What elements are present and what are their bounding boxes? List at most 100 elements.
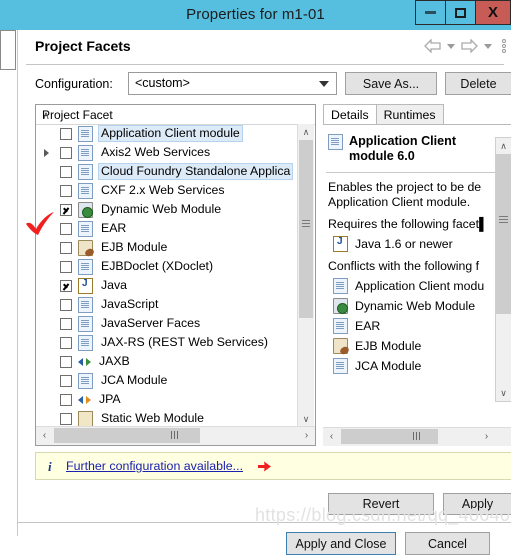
facet-list-item-label: CXF 2.x Web Services [101, 183, 225, 197]
details-scroll-left-arrow-icon[interactable]: ‹ [323, 428, 340, 445]
facet-list-hscroll-thumb[interactable] [54, 428, 200, 443]
doc-icon [78, 220, 93, 237]
details-horizontal-scrollbar[interactable]: ‹ › [323, 427, 511, 446]
facet-list-item-label: Axis2 Web Services [101, 145, 211, 159]
details-conflicts-item-label: EAR [355, 319, 381, 333]
cancel-button[interactable]: Cancel [405, 532, 490, 555]
apply-and-close-button[interactable]: Apply and Close [286, 532, 396, 555]
facet-list-item[interactable]: Axis2 Web Services [36, 143, 298, 162]
facet-list-horizontal-scrollbar[interactable]: ‹ › [36, 426, 315, 445]
details-requires-heading: Requires the following facet▌ [328, 217, 488, 231]
facet-checkbox[interactable] [60, 374, 72, 387]
facet-rows-viewport[interactable]: Application Client module Axis2 Web Servi… [36, 124, 298, 427]
facet-checkbox[interactable] [60, 412, 72, 425]
window-titlebar: Properties for m1-01 X [0, 0, 511, 30]
facet-checkbox[interactable] [60, 127, 72, 140]
forward-arrow-icon[interactable] [461, 39, 478, 53]
static-web-icon [78, 410, 93, 427]
maximize-button[interactable] [445, 0, 476, 25]
tab-runtimes[interactable]: Runtimes [375, 104, 444, 125]
minimize-button[interactable] [415, 0, 446, 25]
facet-list-item-label: Application Client module [98, 125, 243, 142]
details-conflicts-item-label: JCA Module [355, 359, 422, 373]
facet-checkbox[interactable] [60, 260, 72, 273]
configuration-combobox[interactable]: <custom> [128, 72, 337, 95]
facet-list-item[interactable]: EJB Module [36, 238, 298, 257]
forward-dropdown-chevron-down-icon[interactable] [484, 43, 492, 49]
facet-list-item-label: EAR [101, 221, 127, 235]
facet-list-item[interactable]: JPA [36, 390, 298, 409]
further-configuration-link[interactable]: Further configuration available... [66, 459, 243, 473]
back-dropdown-chevron-down-icon[interactable] [447, 43, 455, 49]
details-conflicts-heading: Conflicts with the following f [328, 259, 480, 273]
facet-list-item-label: JavaScript [101, 297, 159, 311]
red-checkmark-annotation-icon [26, 212, 54, 235]
facet-checkbox[interactable] [60, 336, 72, 349]
facet-checkbox[interactable] [60, 165, 72, 178]
details-vertical-scrollbar[interactable]: ∧ ∨ [495, 137, 511, 402]
details-panel: Details Runtimes Application Client modul… [323, 104, 511, 446]
facet-list-item[interactable]: JavaScript [36, 295, 298, 314]
save-as-button[interactable]: Save As... [345, 72, 437, 95]
back-arrow-icon[interactable] [424, 39, 441, 53]
facet-checkbox[interactable] [60, 279, 72, 292]
facet-checkbox[interactable] [60, 222, 72, 235]
scroll-up-arrow-icon[interactable]: ∧ [298, 124, 314, 140]
details-scroll-thumb[interactable] [496, 154, 511, 314]
details-content: Application Client module 6.0 Enables th… [323, 124, 511, 446]
facet-list-item[interactable]: EAR [36, 219, 298, 238]
facet-checkbox[interactable] [60, 146, 72, 159]
details-conflicts-item: EJB Module [323, 334, 511, 354]
facet-list-item[interactable]: Static Web Module [36, 409, 298, 427]
scroll-down-arrow-icon[interactable]: ∨ [298, 411, 314, 427]
scroll-right-arrow-icon[interactable]: › [298, 427, 315, 444]
facet-list-item-label: EJB Module [101, 240, 168, 254]
facet-list-item[interactable]: Java [36, 276, 298, 295]
minimize-icon [425, 11, 436, 14]
facet-checkbox[interactable] [60, 298, 72, 311]
details-requires-list: Java 1.6 or newer [323, 232, 511, 252]
view-menu-icon[interactable] [502, 39, 506, 53]
hscroll-thumb-grip-icon [170, 431, 172, 439]
facet-list-item[interactable]: CXF 2.x Web Services [36, 181, 298, 200]
facet-list-item[interactable]: Cloud Foundry Standalone Applica [36, 162, 298, 181]
details-scroll-down-arrow-icon[interactable]: ∨ [496, 385, 511, 401]
info-bar: i Further configuration available... [35, 452, 511, 480]
details-scroll-up-arrow-icon[interactable]: ∧ [496, 138, 511, 154]
facet-list-scroll-thumb[interactable] [299, 140, 313, 318]
doc-icon [78, 258, 93, 275]
facet-checkbox[interactable] [60, 317, 72, 330]
facet-list-item[interactable]: JAX-RS (REST Web Services) [36, 333, 298, 352]
facet-checkbox[interactable] [60, 203, 72, 216]
tab-details[interactable]: Details [323, 104, 377, 126]
doc-icon [333, 358, 348, 374]
facet-list-item[interactable]: JAXB [36, 352, 298, 371]
apply-button[interactable]: Apply [443, 493, 511, 515]
delete-button[interactable]: Delete [445, 72, 511, 95]
details-description-line1: Enables the project to be de [328, 180, 482, 194]
scroll-left-arrow-icon[interactable]: ‹ [36, 427, 53, 444]
revert-button[interactable]: Revert [328, 493, 434, 515]
ejb-icon [78, 239, 93, 256]
facet-list-item[interactable]: JCA Module [36, 371, 298, 390]
facet-checkbox[interactable] [60, 355, 72, 368]
details-scroll-right-arrow-icon[interactable]: › [478, 428, 495, 445]
facet-checkbox[interactable] [60, 184, 72, 197]
facet-list-item[interactable]: Application Client module [36, 124, 298, 143]
web-module-icon [333, 298, 348, 314]
details-hscroll-thumb[interactable] [341, 429, 438, 444]
facet-list-item[interactable]: EJBDoclet (XDoclet) [36, 257, 298, 276]
scroll-thumb-grip-icon [302, 220, 310, 221]
facet-list-vertical-scrollbar[interactable]: ∧ ∨ [297, 124, 314, 427]
facet-column-header[interactable]: Project Facet ∧ [36, 105, 315, 125]
facet-list-item[interactable]: JavaServer Faces [36, 314, 298, 333]
details-tablist[interactable]: Details Runtimes [323, 104, 444, 126]
properties-dialog: Project Facets Configuration: <custom> S… [17, 30, 511, 555]
facet-checkbox[interactable] [60, 241, 72, 254]
facet-checkbox[interactable] [60, 393, 72, 406]
close-button[interactable]: X [475, 0, 511, 25]
details-conflicts-list: Application Client modu Dynamic Web Modul… [323, 274, 511, 374]
expand-triangle-icon[interactable] [44, 149, 49, 157]
facet-list-item[interactable]: Dynamic Web Module [36, 200, 298, 219]
facet-list-item-label: JCA Module [101, 373, 168, 387]
